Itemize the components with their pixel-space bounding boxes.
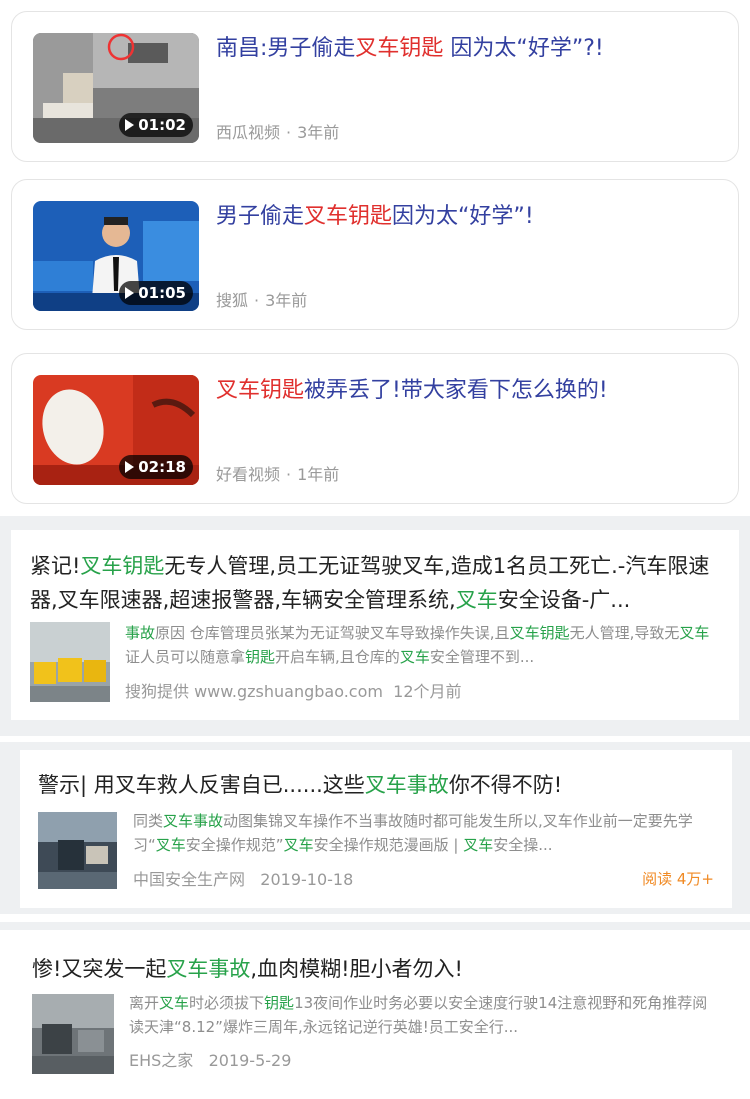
highlighted-keyword: 叉车 (455, 588, 498, 612)
text-segment: 惨!又突发一起 (32, 957, 167, 981)
play-icon (125, 287, 135, 299)
highlighted-keyword: 叉车事故 (166, 957, 251, 981)
highlighted-keyword: 叉车钥匙 (216, 378, 305, 403)
text-segment: 安全操作规范” (185, 836, 284, 854)
highlighted-keyword: 钥匙 (264, 994, 295, 1012)
text-segment: 紧记! (30, 554, 81, 578)
video-duration: 01:02 (119, 113, 193, 137)
article-date: 2019-5-29 (208, 1051, 292, 1070)
text-segment: ,血肉模糊!胆小者勿入! (250, 957, 463, 981)
article-meta: EHS之家 2019-5-29 (129, 1047, 291, 1071)
article-thumbnail (32, 994, 114, 1074)
highlighted-keyword: 叉车 (679, 624, 710, 642)
text-segment: 无人管理,导致无 (569, 624, 680, 642)
text-segment: 安全设备-广... (497, 588, 631, 612)
play-icon (125, 461, 135, 473)
article-source: EHS之家 (129, 1051, 194, 1070)
video-thumbnail[interactable]: 02:18 (33, 375, 199, 485)
video-title[interactable]: 男子偷走叉车钥匙因为太“好学”! (216, 202, 724, 232)
article-thumbnail (30, 622, 110, 702)
highlighted-keyword: 事故 (125, 624, 156, 642)
highlighted-keyword: 钥匙 (245, 648, 276, 666)
video-thumbnail[interactable]: 01:05 (33, 201, 199, 311)
article-result-card[interactable]: 警示| 用叉车救人反害自已......这些叉车事故你不得不防! 同类叉车事故动图… (20, 750, 732, 908)
video-age: 3年前 (297, 123, 340, 142)
video-age: 3年前 (265, 291, 308, 310)
text-segment: 被弄丢了!带大家看下怎么换的! (304, 378, 608, 403)
article-title[interactable]: 警示| 用叉车救人反害自已......这些叉车事故你不得不防! (38, 768, 714, 802)
text-segment: 因为太“好学”! (392, 204, 534, 229)
video-duration: 01:05 (119, 281, 193, 305)
video-title[interactable]: 叉车钥匙被弄丢了!带大家看下怎么换的! (216, 376, 724, 406)
text-segment: 安全管理不到... (429, 648, 535, 666)
article-time: 12个月前 (393, 682, 462, 701)
video-meta: 西瓜视频 · 3年前 (216, 123, 340, 142)
video-meta: 搜狐 · 3年前 (216, 291, 308, 310)
highlighted-keyword: 叉车 (463, 836, 494, 854)
video-source: 搜狐 (216, 291, 249, 310)
highlighted-keyword: 叉车 (399, 648, 430, 666)
highlighted-keyword: 叉车 (283, 836, 314, 854)
highlighted-keyword: 叉车钥匙 (355, 36, 444, 61)
article-source: 搜狗提供 www.gzshuangbao.com (125, 682, 383, 701)
article-title[interactable]: 紧记!叉车钥匙无专人管理,员工无证驾驶叉车,造成1名员工死亡.-汽车限速器,叉车… (30, 549, 717, 617)
article-title[interactable]: 惨!又突发一起叉车事故,血肉模糊!胆小者勿入! (32, 952, 720, 986)
text-segment: 你不得不防! (448, 773, 563, 797)
video-thumbnail[interactable]: 01:02 (33, 33, 199, 143)
video-title[interactable]: 南昌:男子偷走叉车钥匙 因为太“好学”?! (216, 34, 724, 64)
text-segment: 因为太“好学”?! (443, 36, 604, 61)
article-date: 2019-10-18 (260, 870, 354, 889)
article-thumbnail (38, 812, 117, 889)
article-source: 中国安全生产网 (133, 870, 246, 889)
video-result-card[interactable]: 01:05 男子偷走叉车钥匙因为太“好学”! 搜狐 · 3年前 (11, 179, 739, 330)
article-result-card[interactable]: 惨!又突发一起叉车事故,血肉模糊!胆小者勿入! 离开叉车时必须拔下钥匙13夜间作… (12, 938, 740, 1099)
highlighted-keyword: 叉车事故 (163, 812, 224, 830)
video-source: 西瓜视频 (216, 123, 281, 142)
article-snippet: 同类叉车事故动图集锦叉车操作不当事故随时都可能发生所以,叉车作业前一定要先学习“… (133, 809, 710, 857)
video-source: 好看视频 (216, 465, 281, 484)
video-result-card[interactable]: 02:18 叉车钥匙被弄丢了!带大家看下怎么换的! 好看视频 · 1年前 (11, 353, 739, 504)
article-snippet: 事故原因 仓库管理员张某为无证驾驶叉车导致操作失误,且叉车钥匙无人管理,导致无叉… (125, 621, 711, 669)
text-segment: 开启车辆,且仓库的 (275, 648, 400, 666)
video-age: 1年前 (297, 465, 340, 484)
text-segment: 南昌:男子偷走 (216, 36, 356, 61)
article-meta: 中国安全生产网 2019-10-18 (133, 866, 353, 890)
video-duration: 02:18 (119, 455, 193, 479)
highlighted-keyword: 叉车钥匙 (80, 554, 165, 578)
text-segment: 同类 (133, 812, 164, 830)
text-segment: 警示| 用叉车救人反害自已......这些 (38, 773, 365, 797)
video-meta: 好看视频 · 1年前 (216, 465, 340, 484)
video-result-card[interactable]: 01:02 南昌:男子偷走叉车钥匙 因为太“好学”?! 西瓜视频 · 3年前 (11, 11, 739, 162)
article-meta: 搜狗提供 www.gzshuangbao.com 12个月前 (125, 678, 462, 702)
result-band (0, 922, 750, 930)
highlighted-keyword: 叉车钥匙 (304, 204, 393, 229)
highlighted-keyword: 叉车事故 (364, 773, 449, 797)
highlighted-keyword: 叉车 (155, 836, 186, 854)
article-result-card[interactable]: 紧记!叉车钥匙无专人管理,员工无证驾驶叉车,造成1名员工死亡.-汽车限速器,叉车… (11, 530, 739, 720)
text-segment: 原因 仓库管理员张某为无证驾驶叉车导致操作失误,且 (155, 624, 510, 642)
highlighted-keyword: 叉车钥匙 (509, 624, 570, 642)
article-snippet: 离开叉车时必须拔下钥匙13夜间作业时务必要以安全速度行驶14注意视野和死角推荐阅… (129, 991, 718, 1039)
text-segment: 时必须拔下 (189, 994, 265, 1012)
read-count-link[interactable]: 阅读 4万+ (642, 868, 714, 889)
text-segment: 证人员可以随意拿 (125, 648, 246, 666)
text-segment: 安全操... (493, 836, 553, 854)
play-icon (125, 119, 135, 131)
highlighted-keyword: 叉车 (159, 994, 190, 1012)
text-segment: 男子偷走 (216, 204, 305, 229)
text-segment: 安全操作规范漫画版 | (313, 836, 464, 854)
text-segment: 离开 (129, 994, 160, 1012)
